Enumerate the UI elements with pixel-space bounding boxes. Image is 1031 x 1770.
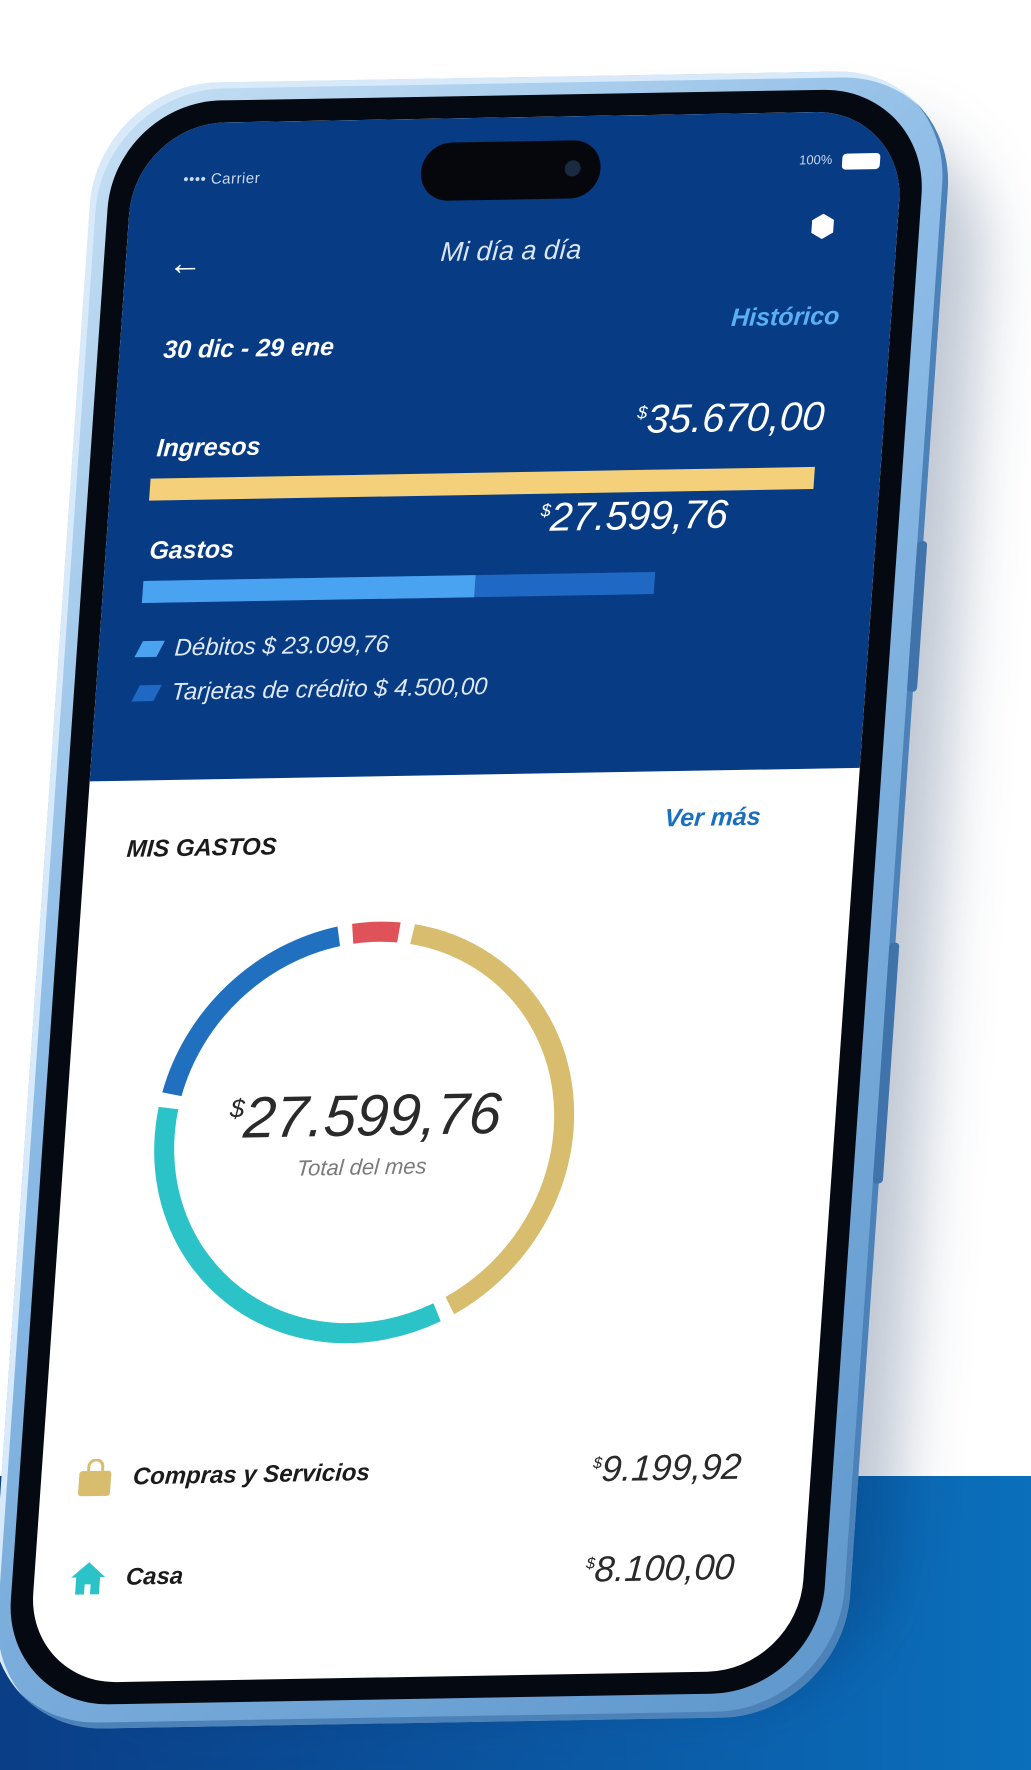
section-title: MIS GASTOS — [125, 833, 278, 863]
shopping-bag-icon — [74, 1458, 117, 1499]
category-label: Casa — [125, 1562, 185, 1591]
date-range: 30 dic - 29 ene — [162, 332, 335, 365]
legend-label: Débitos $ 23.099,76 — [173, 630, 390, 662]
donut-total: $27.599,76 — [124, 1078, 608, 1154]
settings-gear-icon[interactable]: ⬢ — [804, 210, 840, 245]
income-amount: $35.670,00 — [635, 395, 826, 443]
camera-icon — [564, 160, 582, 177]
expenses-amount: $27.599,76 — [539, 492, 730, 540]
category-amount-value: 8.100,00 — [593, 1545, 736, 1590]
income-label: Ingresos — [155, 432, 262, 463]
expenses-label: Gastos — [148, 535, 236, 565]
legend-credit-cards: Tarjetas de crédito $ 4.500,00 — [131, 673, 489, 707]
category-amount: $8.100,00 — [584, 1546, 736, 1591]
donut-segment-3 — [352, 921, 401, 944]
expenses-bar — [141, 569, 808, 604]
legend-label: Tarjetas de crédito $ 4.500,00 — [170, 673, 489, 706]
category-row-shopping[interactable]: Compras y Servicios $9.199,92 — [73, 1437, 744, 1509]
legend-swatch — [134, 640, 165, 658]
category-label: Compras y Servicios — [132, 1459, 371, 1491]
history-link[interactable]: Histórico — [730, 302, 840, 333]
page-title: Mi día a día — [439, 234, 583, 267]
summary-header: •••• Carrier 100% ← Mi día a día ⬢ 30 di… — [89, 110, 906, 782]
battery-percent: 100% — [798, 151, 833, 168]
legend-debits: Débitos $ 23.099,76 — [134, 630, 390, 663]
category-amount-value: 9.199,92 — [600, 1445, 743, 1490]
category-amount: $9.199,92 — [591, 1446, 743, 1491]
see-more-link[interactable]: Ver más — [664, 803, 762, 834]
battery-icon — [841, 152, 881, 170]
donut-segment-2 — [162, 926, 341, 1097]
category-row-home[interactable]: Casa $8.100,00 — [66, 1537, 737, 1609]
expenses-donut-chart: $27.599,76 Total del mes — [108, 887, 620, 1377]
dynamic-island — [418, 139, 603, 202]
legend-swatch — [131, 684, 162, 702]
donut-total-value: 27.599,76 — [241, 1080, 504, 1151]
debit-bar-fill — [141, 575, 476, 604]
income-value: 35.670,00 — [645, 394, 826, 442]
expenses-value: 27.599,76 — [548, 492, 730, 540]
app-screen: •••• Carrier 100% ← Mi día a día ⬢ 30 di… — [26, 110, 906, 1684]
phone-device: •••• Carrier 100% ← Mi día a día ⬢ 30 di… — [0, 69, 957, 1731]
carrier-status: •••• Carrier — [182, 169, 261, 189]
home-icon — [67, 1558, 110, 1599]
